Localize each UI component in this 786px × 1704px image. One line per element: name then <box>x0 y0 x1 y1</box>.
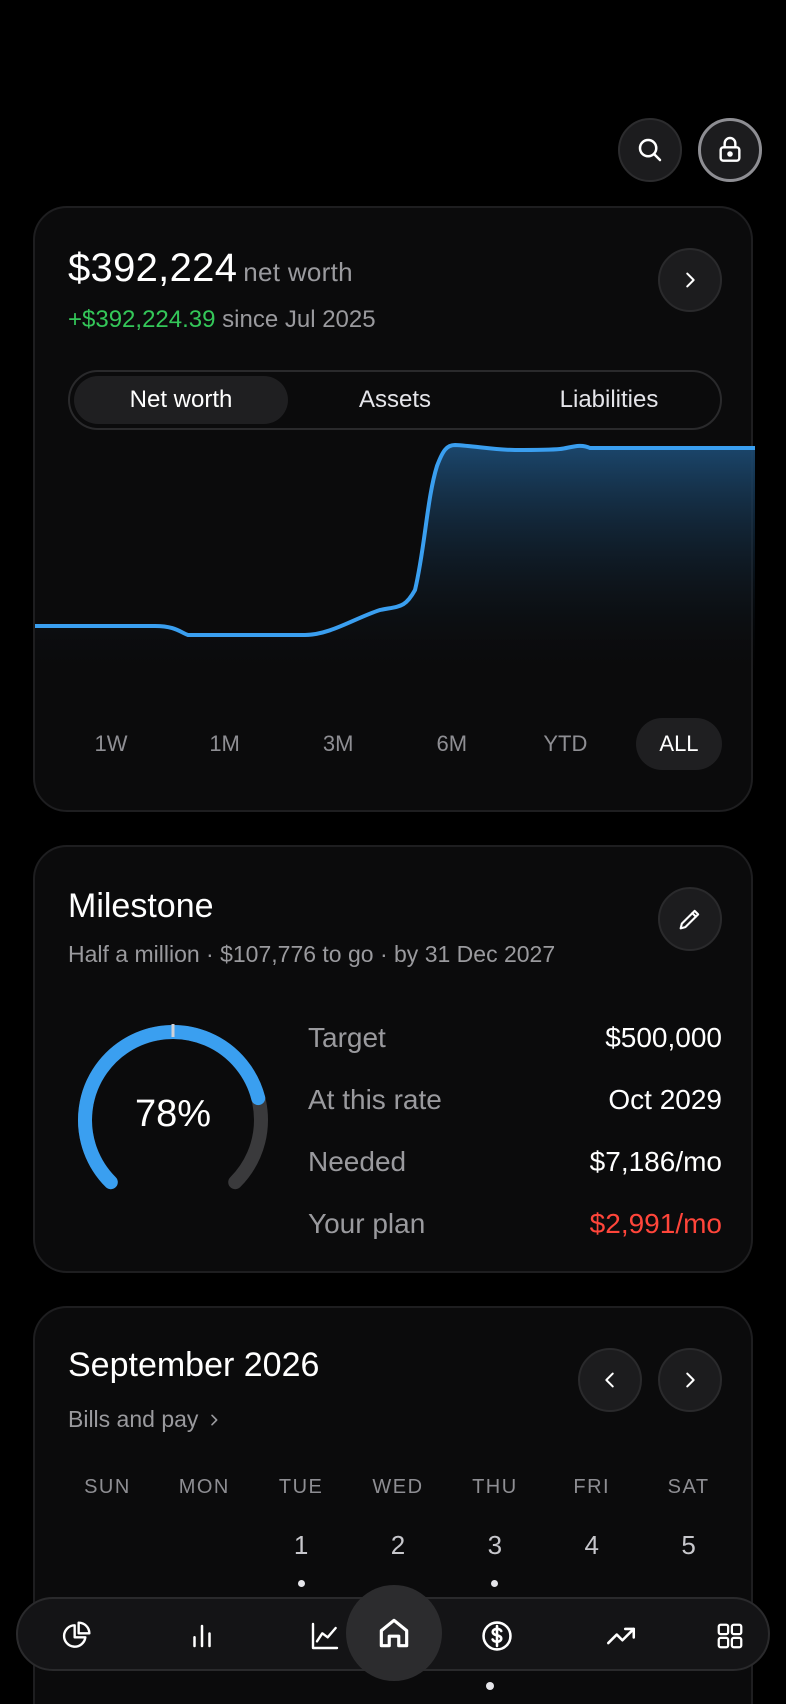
range-1m[interactable]: 1M <box>182 718 268 770</box>
tab-assets[interactable]: Assets <box>288 376 502 424</box>
calendar-month-title: September 2026 <box>68 1346 320 1384</box>
calendar-week-row: 1 2 3 4 5 <box>59 1530 737 1590</box>
nav-bar-chart[interactable] <box>165 1599 239 1673</box>
lock-icon <box>719 136 741 162</box>
bills-and-pay-label: Bills and pay <box>68 1406 199 1432</box>
milestone-percent: 78% <box>134 1093 212 1135</box>
trending-up-icon <box>606 1627 636 1645</box>
calendar-day[interactable]: 3 <box>446 1530 543 1590</box>
lock-button[interactable] <box>698 118 762 182</box>
range-1w[interactable]: 1W <box>68 718 154 770</box>
tab-net-worth[interactable]: Net worth <box>74 376 288 424</box>
stat-target: Target $500,000 <box>308 1022 722 1053</box>
nav-pie-chart[interactable] <box>39 1599 113 1673</box>
weekday-label: SAT <box>667 1476 710 1498</box>
net-worth-change: +$392,224.39 since Jul 2025 <box>68 306 376 333</box>
line-chart-icon <box>311 1622 339 1650</box>
milestone-gauge: 78% <box>68 1015 278 1205</box>
stat-needed: Needed $7,186/mo <box>308 1146 722 1177</box>
weekday-label: FRI <box>573 1476 611 1498</box>
net-worth-segmented-control: Net worth Assets Liabilities <box>68 370 722 430</box>
search-button[interactable] <box>618 118 682 182</box>
milestone-card: Milestone Half a million · $107,776 to g… <box>33 845 753 1273</box>
calendar-day[interactable]: 5 <box>640 1530 737 1590</box>
chevron-right-icon <box>686 1372 695 1388</box>
weekday-label: MON <box>178 1476 230 1498</box>
pencil-icon <box>679 909 700 930</box>
calendar-day[interactable]: 1 <box>253 1530 350 1590</box>
milestone-stats: Target $500,000 At this rate Oct 2029 Need… <box>308 1007 722 1255</box>
nav-trending[interactable] <box>584 1599 658 1673</box>
pie-chart-icon <box>62 1621 91 1648</box>
event-dot <box>491 1580 499 1587</box>
weekday-label: SUN <box>84 1476 131 1498</box>
range-all[interactable]: ALL <box>635 718 722 770</box>
event-dot <box>297 1580 305 1587</box>
milestone-subtitle: Half a million · $107,776 to go · by 31 … <box>68 941 556 967</box>
chevron-right-icon <box>686 272 695 288</box>
net-worth-chart <box>35 438 755 678</box>
home-icon <box>379 1618 409 1648</box>
calendar-day <box>59 1530 156 1590</box>
range-6m[interactable]: 6M <box>409 718 495 770</box>
chevron-left-icon <box>605 1372 614 1388</box>
chevron-right-icon <box>211 1414 218 1425</box>
nav-dollar[interactable] <box>460 1599 534 1673</box>
net-worth-details-button[interactable] <box>658 248 722 312</box>
range-3m[interactable]: 3M <box>295 718 381 770</box>
calendar-day[interactable]: 4 <box>543 1530 640 1590</box>
weekday-label: WED <box>372 1476 424 1498</box>
tab-liabilities[interactable]: Liabilities <box>502 376 716 424</box>
milestone-title: Milestone <box>68 887 214 925</box>
dollar-icon <box>482 1621 512 1651</box>
stat-at-this-rate: At this rate Oct 2029 <box>308 1084 722 1115</box>
weekday-label: TUE <box>278 1476 324 1498</box>
nav-indicator-dot <box>486 1682 494 1690</box>
nav-grid[interactable] <box>693 1599 767 1673</box>
app-screen: $392,224 net worth +$392,224.39 since Jul… <box>0 0 786 1704</box>
weekday-header: SUN MON TUE WED THU FRI SAT <box>59 1476 737 1499</box>
net-worth-amount: $392,224 net worth <box>68 246 353 290</box>
next-month-button[interactable] <box>658 1348 722 1412</box>
search-icon <box>638 138 662 162</box>
calendar-day <box>156 1530 253 1590</box>
stat-your-plan: Your plan $2,991/mo <box>308 1208 722 1239</box>
nav-home[interactable] <box>346 1585 442 1681</box>
net-worth-card: $392,224 net worth +$392,224.39 since Jul… <box>33 206 755 812</box>
range-ytd[interactable]: YTD <box>522 718 608 770</box>
chart-area-fill <box>35 445 755 678</box>
bar-chart-icon <box>193 1624 211 1648</box>
time-range-selector: 1W 1M 3M 6M YTD ALL <box>68 718 722 770</box>
edit-milestone-button[interactable] <box>658 887 722 951</box>
calendar-day[interactable]: 2 <box>350 1530 447 1590</box>
previous-month-button[interactable] <box>578 1348 642 1412</box>
grid-icon <box>717 1623 743 1649</box>
bills-and-pay-link[interactable]: Bills and pay <box>68 1406 222 1433</box>
weekday-label: THU <box>472 1476 518 1498</box>
